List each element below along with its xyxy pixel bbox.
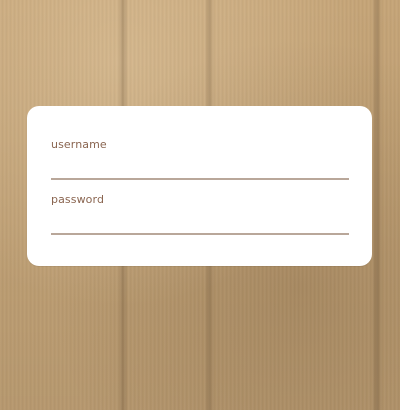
password-field: password: [51, 193, 349, 235]
username-label: username: [51, 138, 107, 151]
username-field: username: [51, 138, 349, 180]
login-card: username password: [27, 106, 372, 266]
password-input[interactable]: [51, 213, 349, 235]
password-label: password: [51, 193, 105, 206]
username-input[interactable]: [51, 158, 349, 180]
